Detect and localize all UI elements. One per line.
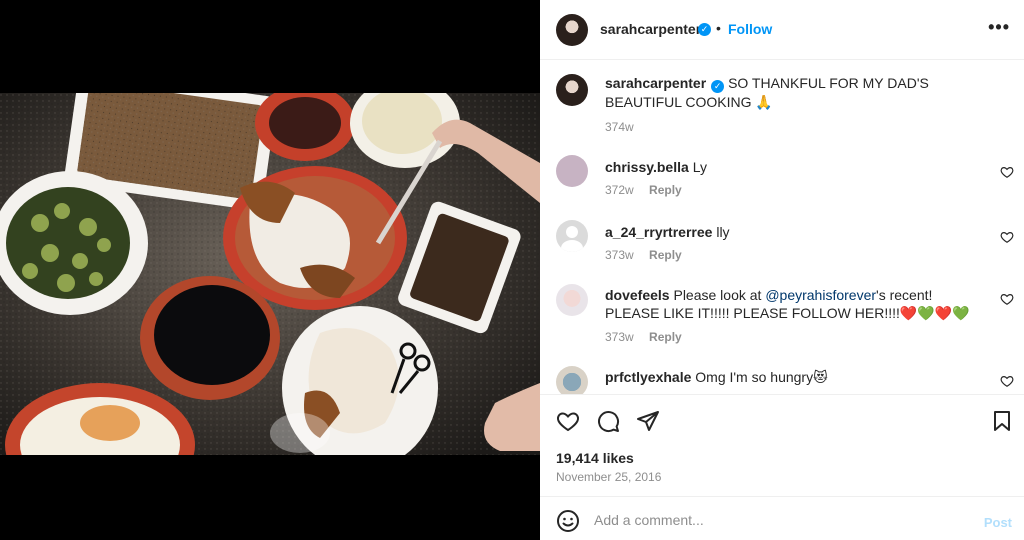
commenter-avatar[interactable] [556, 155, 588, 187]
caption-text-block: sarahcarpenter ✓ SO THANKFUL FOR MY DAD'S… [605, 74, 985, 111]
post-actions: 19,414 likes November 25, 2016 [540, 394, 1024, 496]
comment-bubble-icon[interactable] [596, 409, 620, 433]
comment-text-block: dovefeels Please look at @peyrahisforeve… [605, 286, 985, 322]
author-avatar[interactable] [556, 14, 588, 46]
verified-badge-icon: ✓ [698, 23, 711, 36]
commenter-avatar[interactable] [556, 284, 588, 316]
comment-meta: 373w Reply [605, 330, 682, 344]
comment-username[interactable]: dovefeels [605, 287, 670, 303]
post-date[interactable]: November 25, 2016 [556, 470, 661, 484]
mention-link[interactable]: @peyrahisforever [765, 287, 876, 303]
reply-button[interactable]: Reply [649, 183, 682, 197]
author-username[interactable]: sarahcarpenter [600, 21, 701, 37]
post-photo[interactable] [0, 93, 540, 455]
like-heart-icon[interactable] [556, 409, 580, 433]
food-table-image [0, 93, 540, 455]
like-comment-heart-icon[interactable] [1000, 374, 1014, 388]
header-separator: • [716, 20, 721, 36]
emoji-smiley-icon[interactable] [556, 509, 580, 533]
verified-badge-icon: ✓ [711, 80, 725, 93]
comment-composer: Post [540, 496, 1024, 540]
comment-time[interactable]: 373w [605, 330, 634, 344]
likes-count[interactable]: 19,414 likes [556, 450, 634, 466]
comment-username[interactable]: prfctlyexhale [605, 369, 691, 385]
comment-text: lly [716, 224, 730, 240]
comment-text: Ly [692, 159, 707, 175]
post-side-panel: sarahcarpenter ✓ • Follow ••• sarahcarpe… [540, 0, 1024, 540]
save-bookmark-icon[interactable] [990, 409, 1014, 433]
instagram-post-view: sarahcarpenter ✓ • Follow ••• sarahcarpe… [0, 0, 1024, 540]
comment-meta: 373w Reply [605, 248, 682, 262]
commenter-avatar[interactable] [556, 366, 588, 394]
comment-text: Omg I'm so hungry😻 [695, 369, 828, 385]
share-send-icon[interactable] [636, 409, 660, 433]
comment-username[interactable]: chrissy.bella [605, 159, 689, 175]
post-header: sarahcarpenter ✓ • Follow ••• [540, 0, 1024, 60]
comment-username[interactable]: a_24_rryrtrerree [605, 224, 712, 240]
like-comment-heart-icon[interactable] [1000, 230, 1014, 244]
caption-avatar[interactable] [556, 74, 588, 106]
comment-meta: 372w Reply [605, 183, 682, 197]
follow-button[interactable]: Follow [728, 21, 772, 37]
comment-text-before: Please look at [673, 287, 766, 303]
caption-time[interactable]: 374w [605, 120, 634, 134]
more-options-icon[interactable]: ••• [988, 17, 1010, 38]
post-comment-button[interactable]: Post [984, 515, 1012, 530]
post-media [0, 0, 540, 540]
reply-button[interactable]: Reply [649, 330, 682, 344]
comment-text-block: chrissy.bella Ly [605, 158, 985, 176]
comments-list[interactable]: sarahcarpenter ✓ SO THANKFUL FOR MY DAD'S… [540, 61, 1024, 394]
like-comment-heart-icon[interactable] [1000, 165, 1014, 179]
comment-time[interactable]: 372w [605, 183, 634, 197]
comment-text-block: a_24_rryrtrerree lly [605, 223, 985, 241]
comment-text-block: prfctlyexhale Omg I'm so hungry😻 [605, 368, 985, 386]
like-comment-heart-icon[interactable] [1000, 292, 1014, 306]
reply-button[interactable]: Reply [649, 248, 682, 262]
add-comment-input[interactable] [594, 507, 964, 533]
comment-time[interactable]: 373w [605, 248, 634, 262]
caption-meta: 374w [605, 120, 634, 134]
commenter-avatar[interactable] [556, 220, 588, 252]
caption-username[interactable]: sarahcarpenter [605, 75, 706, 91]
